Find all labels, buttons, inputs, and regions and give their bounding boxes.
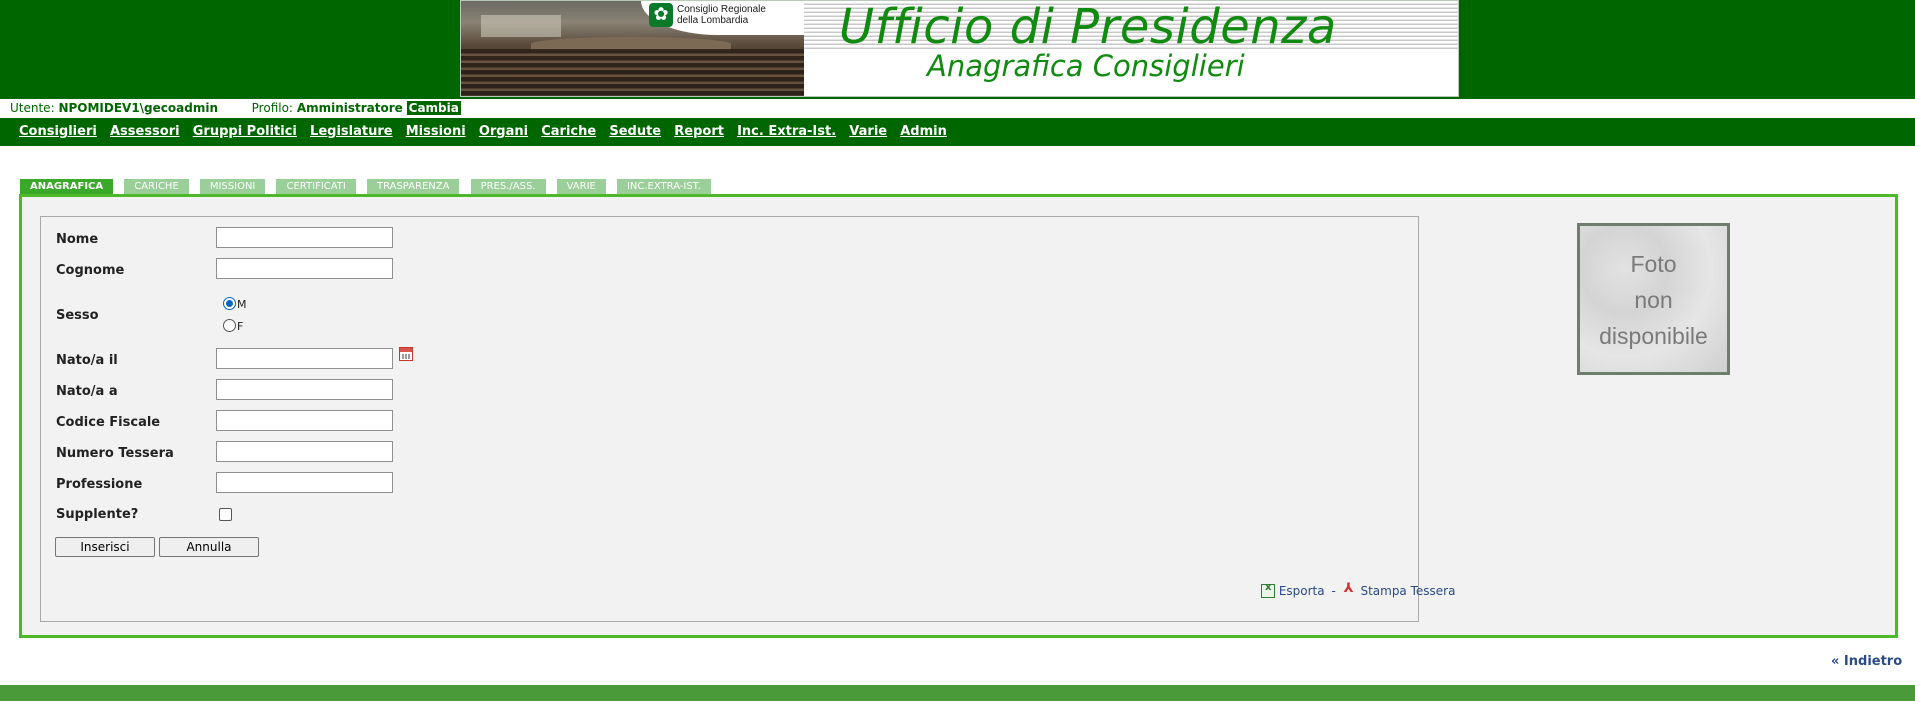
nav-organi[interactable]: Organi bbox=[479, 124, 528, 139]
sesso-f-label: F bbox=[237, 320, 244, 333]
tab-inc-extra-ist[interactable]: INC.EXTRA-IST. bbox=[616, 179, 711, 194]
numero-tessera-input[interactable] bbox=[216, 441, 393, 462]
tab-certificati[interactable]: CERTIFICATI bbox=[276, 179, 356, 194]
cognome-label: Cognome bbox=[56, 263, 125, 278]
nato-a-label: Nato/a a bbox=[56, 384, 118, 399]
cognome-input[interactable] bbox=[216, 258, 393, 279]
logo-line2: della Lombardia bbox=[677, 15, 749, 26]
nav-legislature[interactable]: Legislature bbox=[310, 124, 393, 139]
nome-input[interactable] bbox=[216, 227, 393, 248]
export-links: Esporta - Stampa Tessera bbox=[1261, 581, 1455, 598]
tab-pres-ass[interactable]: PRES./ASS. bbox=[470, 179, 546, 194]
app-title: Ufficio di Presidenza bbox=[839, 0, 1337, 55]
export-separator: - bbox=[1331, 584, 1336, 598]
nav-gruppi-politici[interactable]: Gruppi Politici bbox=[193, 124, 297, 139]
nato-a-input[interactable] bbox=[216, 379, 393, 400]
regional-council-logo-icon: ✿ bbox=[649, 3, 673, 27]
nav-assessori[interactable]: Assessori bbox=[110, 124, 180, 139]
sesso-label: Sesso bbox=[56, 308, 99, 323]
user-value: NPOMIDEV1\gecoadmin bbox=[58, 101, 218, 115]
app-subtitle: Anagrafica Consiglieri bbox=[927, 49, 1245, 83]
print-card-link[interactable]: Stampa Tessera bbox=[1360, 584, 1455, 598]
tab-varie[interactable]: VARIE bbox=[556, 179, 606, 194]
nav-sedute[interactable]: Sedute bbox=[609, 124, 661, 139]
footer-bar bbox=[0, 685, 1915, 701]
back-link[interactable]: « Indietro bbox=[1831, 654, 1902, 669]
tab-cariche[interactable]: CARICHE bbox=[124, 179, 189, 194]
tab-missioni[interactable]: MISSIONI bbox=[199, 179, 266, 194]
sesso-m-label: M bbox=[237, 298, 247, 311]
supplente-checkbox[interactable] bbox=[219, 508, 232, 521]
nav-admin[interactable]: Admin bbox=[900, 124, 947, 139]
logo-line1: Consiglio Regionale bbox=[677, 4, 766, 15]
change-profile-button[interactable]: Cambia bbox=[406, 101, 461, 115]
tab-trasparenza[interactable]: TRASPARENZA bbox=[366, 179, 460, 194]
banner-image: ✿ Consiglio Regionale della Lombardia Uf… bbox=[460, 0, 1459, 97]
tab-anagrafica[interactable]: ANAGRAFICA bbox=[20, 179, 114, 194]
nav-missioni[interactable]: Missioni bbox=[406, 124, 466, 139]
excel-icon[interactable] bbox=[1261, 582, 1275, 598]
nav-varie[interactable]: Varie bbox=[849, 124, 887, 139]
nav-consiglieri[interactable]: Consiglieri bbox=[19, 124, 97, 139]
professione-input[interactable] bbox=[216, 472, 393, 493]
photo-placeholder-text: Foto non disponibile bbox=[1580, 246, 1727, 354]
professione-label: Professione bbox=[56, 477, 143, 492]
nav-report[interactable]: Report bbox=[674, 124, 724, 139]
numero-tessera-label: Numero Tessera bbox=[56, 446, 174, 461]
insert-button[interactable]: Inserisci bbox=[55, 537, 155, 557]
user-label: Utente: bbox=[10, 101, 55, 115]
nato-il-input[interactable] bbox=[216, 348, 393, 369]
codice-fiscale-input[interactable] bbox=[216, 410, 393, 431]
nato-il-label: Nato/a il bbox=[56, 353, 118, 368]
header-banner: ✿ Consiglio Regionale della Lombardia Uf… bbox=[0, 0, 1915, 99]
codice-fiscale-label: Codice Fiscale bbox=[56, 415, 161, 430]
nome-label: Nome bbox=[56, 232, 99, 247]
pdf-icon[interactable] bbox=[1343, 581, 1357, 598]
anagrafica-form: Nome Cognome Sesso M F Nato/a il Nato/a … bbox=[40, 216, 1455, 622]
cancel-button[interactable]: Annulla bbox=[159, 537, 259, 557]
profile-value: Amministratore bbox=[296, 101, 403, 115]
main-nav: Consiglieri Assessori Gruppi Politici Le… bbox=[0, 118, 1915, 146]
export-link[interactable]: Esporta bbox=[1279, 584, 1325, 598]
photo-text-line2: non bbox=[1634, 287, 1673, 313]
sesso-m-radio[interactable] bbox=[223, 297, 236, 310]
tab-panel: Nome Cognome Sesso M F Nato/a il Nato/a … bbox=[19, 194, 1898, 638]
nav-cariche[interactable]: Cariche bbox=[541, 124, 596, 139]
sesso-f-radio[interactable] bbox=[223, 319, 236, 332]
photo-text-line3: disponibile bbox=[1599, 323, 1708, 349]
logo-text: Consiglio Regionale della Lombardia bbox=[677, 4, 766, 26]
tab-bar: ANAGRAFICA CARICHE MISSIONI CERTIFICATI … bbox=[20, 179, 717, 194]
nav-inc-extra-ist[interactable]: Inc. Extra-Ist. bbox=[737, 124, 836, 139]
calendar-icon[interactable] bbox=[399, 347, 413, 361]
user-bar: Utente: NPOMIDEV1\gecoadmin Profilo: Amm… bbox=[0, 99, 1915, 118]
photo-placeholder: Foto non disponibile bbox=[1577, 223, 1730, 375]
photo-text-line1: Foto bbox=[1630, 251, 1677, 277]
profile-label: Profilo: bbox=[251, 101, 293, 115]
supplente-label: Supplente? bbox=[56, 507, 139, 522]
